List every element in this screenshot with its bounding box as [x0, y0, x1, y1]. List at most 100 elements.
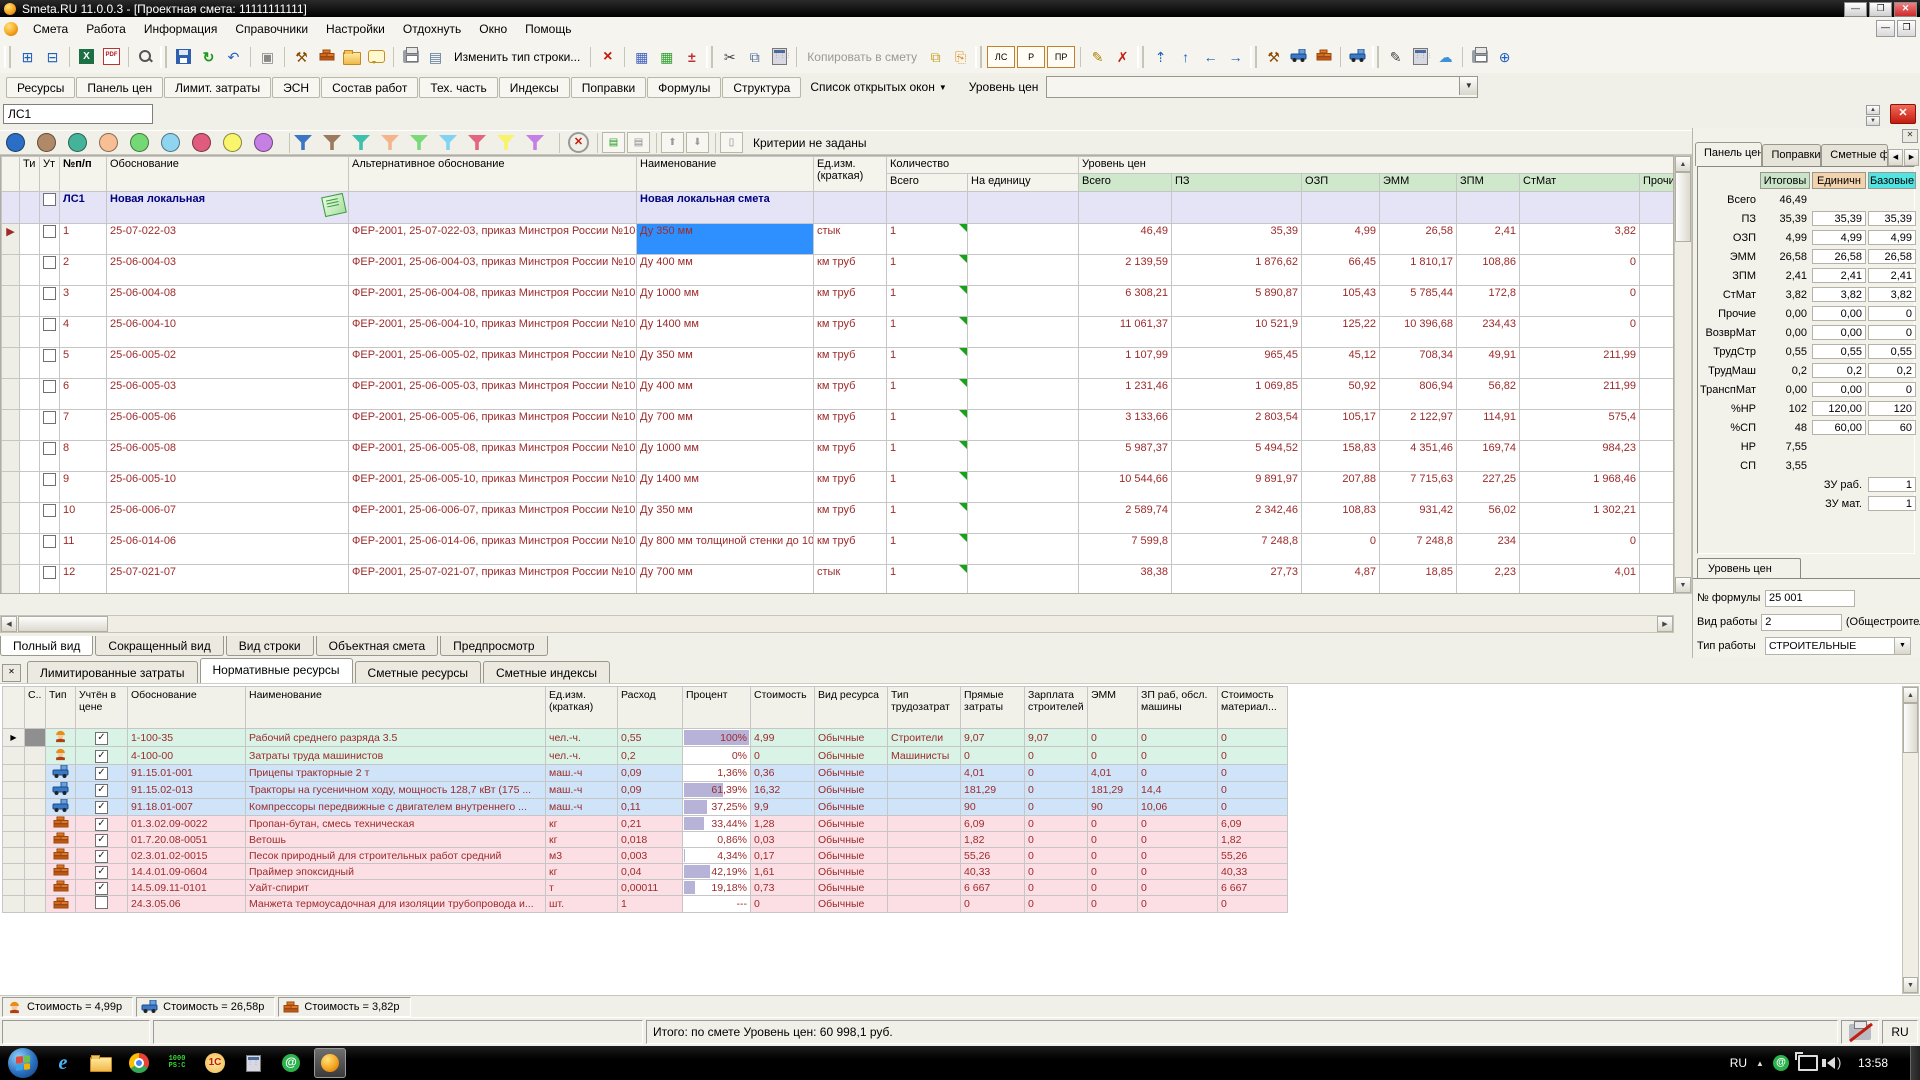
price-base-input[interactable]: 60 [1868, 420, 1916, 435]
table-row[interactable]: 525-06-005-02ФЕР-2001, 25-06-005-02, при… [2, 348, 1675, 379]
bottom-tab-Лимитированные затраты[interactable]: Лимитированные затраты [27, 661, 198, 683]
included-checkbox[interactable]: ✓ [95, 850, 108, 863]
bottom-tab-Нормативные ресурсы[interactable]: Нормативные ресурсы [200, 658, 353, 683]
filter-funnel-icon[interactable] [439, 135, 457, 150]
criteria-doc-icon[interactable]: ▯ [720, 132, 743, 153]
open-windows-dropdown[interactable]: Список открытых окон ▼ [802, 77, 954, 97]
mdi-restore-button[interactable]: ❐ [1897, 20, 1916, 37]
col-header-stmat[interactable]: СтМат [1520, 174, 1640, 192]
table-row[interactable]: ✓91.18.01-007Компрессоры передвижные с д… [3, 799, 1288, 816]
approve-checkbox[interactable] [43, 318, 56, 331]
copy-icon[interactable]: ⧉ [742, 44, 767, 69]
price-base-input[interactable]: 2,41 [1868, 268, 1916, 283]
scroll-thumb[interactable] [1675, 172, 1691, 242]
color-mark-icon[interactable] [37, 133, 56, 152]
cell-name[interactable]: Ду 400 мм [637, 379, 814, 410]
price-unit-input[interactable]: 26,58 [1812, 249, 1866, 264]
filter-funnel-icon[interactable] [381, 135, 399, 150]
included-checkbox[interactable]: ✓ [95, 882, 108, 895]
price-level-combo[interactable]: ▼ [1046, 76, 1478, 98]
outdent-icon[interactable]: ↑ [1173, 44, 1198, 69]
plus-minus-icon[interactable]: ± [679, 44, 704, 69]
approve-checkbox[interactable] [43, 256, 56, 269]
filter-list-check-icon[interactable]: ▤ [602, 132, 625, 153]
filter-funnel-icon[interactable] [526, 135, 544, 150]
show-desktop-button[interactable] [1910, 1046, 1920, 1080]
col-header-Наименование[interactable]: Наименование [246, 687, 546, 729]
price-tab-Панель цен[interactable]: Панель цен [1695, 142, 1762, 166]
price-base-input[interactable]: 1 [1868, 477, 1916, 492]
approve-checkbox[interactable] [43, 504, 56, 517]
taskbar-chrome-icon[interactable] [124, 1049, 154, 1077]
col-header-ЗП раб, обсл. машины[interactable]: ЗП раб, обсл. машины [1138, 687, 1218, 729]
scroll-up-icon[interactable]: ▲ [1675, 156, 1691, 172]
table-row[interactable]: 825-06-005-08ФЕР-2001, 25-06-005-08, при… [2, 441, 1675, 472]
refresh-icon[interactable]: ↻ [196, 44, 221, 69]
price-unit-input[interactable]: 3,82 [1812, 287, 1866, 302]
col-header-Стоимость материал...[interactable]: Стоимость материал... [1218, 687, 1288, 729]
pdf-export-icon[interactable]: PDF [99, 44, 124, 69]
col-header-marker[interactable] [3, 687, 25, 729]
tree-structure-icon[interactable]: ⊞ [15, 44, 40, 69]
tray-expand-icon[interactable]: ▲ [1756, 1059, 1764, 1068]
filter-funnel-icon[interactable] [323, 135, 341, 150]
table-row[interactable]: ▶125-07-022-03ФЕР-2001, 25-07-022-03, пр… [2, 224, 1675, 255]
undo-icon[interactable]: ↶ [221, 44, 246, 69]
truck-icon[interactable] [1345, 44, 1370, 69]
table-row[interactable]: 625-06-005-03ФЕР-2001, 25-06-005-03, при… [2, 379, 1675, 410]
approve-checkbox[interactable] [43, 535, 56, 548]
col-header-price-total[interactable]: Всего [1079, 174, 1172, 192]
taskbar-smeta-icon[interactable] [314, 1048, 346, 1078]
tab-ЭСН[interactable]: ЭСН [272, 77, 320, 98]
table-row[interactable]: ✓4-100-00Затраты труда машинистовчел.-ч.… [3, 747, 1288, 765]
col-header-num[interactable]: №п/п [60, 157, 107, 192]
network-icon[interactable] [1798, 1055, 1818, 1071]
view-tab-Полный вид[interactable]: Полный вид [0, 636, 93, 656]
col-header-unit[interactable]: Ед.изм. (краткая) [814, 157, 887, 192]
labor-filter-icon[interactable]: ⚒ [1261, 44, 1286, 69]
price-unit-input[interactable]: 4,99 [1812, 230, 1866, 245]
spin-buttons[interactable]: ▲▼ [1866, 105, 1880, 125]
close-panel-icon[interactable]: ✕ [2, 664, 21, 682]
filter-funnel-icon[interactable] [497, 135, 515, 150]
approve-checkbox[interactable] [43, 473, 56, 486]
price-base-input[interactable]: 0 [1868, 382, 1916, 397]
col-header-ti[interactable]: Ти [20, 157, 40, 192]
work-type-select[interactable]: СТРОИТЕЛЬНЫЕ ▼ [1765, 637, 1911, 655]
col-header-Прямые затраты[interactable]: Прямые затраты [961, 687, 1025, 729]
color-mark-icon[interactable] [68, 133, 87, 152]
cell-name[interactable]: Ду 700 мм [637, 565, 814, 595]
menu-item-Помощь[interactable]: Помощь [516, 19, 580, 39]
col-header-Зарплата строителей[interactable]: Зарплата строителей [1025, 687, 1088, 729]
tab-Индексы[interactable]: Индексы [499, 77, 570, 98]
scroll-thumb[interactable] [1903, 703, 1918, 753]
toolbar-grip[interactable] [4, 46, 11, 68]
indent-last-icon[interactable]: → [1223, 44, 1248, 69]
menu-item-Отдохнуть[interactable]: Отдохнуть [394, 19, 470, 39]
col-header-marker[interactable] [2, 157, 20, 192]
start-button[interactable] [8, 1048, 38, 1078]
table-row[interactable]: 325-06-004-08ФЕР-2001, 25-06-004-08, при… [2, 286, 1675, 317]
change-row-type-button[interactable]: Изменить тип строки... [448, 50, 586, 64]
color-mark-icon[interactable] [223, 133, 242, 152]
view-tab-Вид строки[interactable]: Вид строки [226, 636, 314, 656]
color-mark-icon[interactable] [6, 133, 25, 152]
table-row[interactable]: 24.3.05.06Манжета термоусадочная для изо… [3, 896, 1288, 913]
menu-item-Смета[interactable]: Смета [24, 19, 77, 39]
price-unit-input[interactable]: 0,00 [1812, 306, 1866, 321]
taskbar-calculator-icon[interactable] [238, 1049, 268, 1077]
price-unit-input[interactable]: 35,39 [1812, 211, 1866, 226]
filter-funnel-icon[interactable] [410, 135, 428, 150]
filter-funnel-icon[interactable] [352, 135, 370, 150]
col-header-zpm[interactable]: ЗПМ [1457, 174, 1520, 192]
menu-app-icon[interactable] [4, 22, 18, 36]
taskbar-mailru-icon[interactable]: @ [276, 1049, 306, 1077]
col-header-Тип[interactable]: Тип [46, 687, 76, 729]
table-row[interactable]: ▶ ✓1-100-35Рабочий среднего разряда 3.5ч… [3, 729, 1288, 747]
table-row[interactable]: ✓91.15.02-013Тракторы на гусеничном ходу… [3, 782, 1288, 799]
taskbar-1c-icon[interactable]: 1С [200, 1049, 230, 1077]
row-delete-icon[interactable]: ✗ [1110, 44, 1135, 69]
paste-sheet-icon[interactable]: ⎘ [948, 44, 973, 69]
included-checkbox[interactable]: ✓ [95, 834, 108, 847]
cell-name[interactable]: Ду 1000 мм [637, 441, 814, 472]
